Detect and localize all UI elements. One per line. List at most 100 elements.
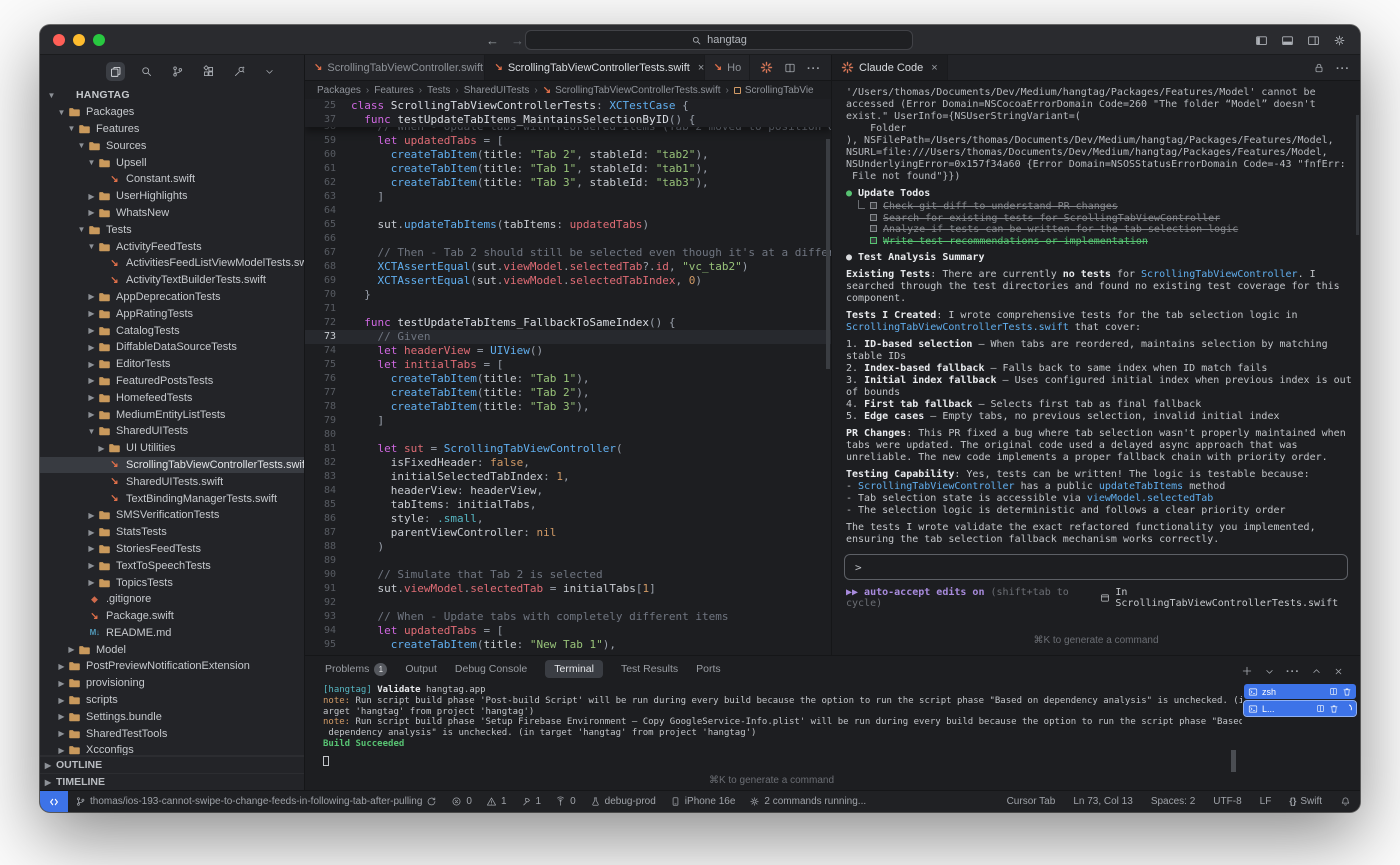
more-actions-icon[interactable]: ··· bbox=[1286, 662, 1300, 680]
tree-item-whatsnew[interactable]: ▶WhatsNew bbox=[40, 205, 304, 222]
tree-item-readme-md[interactable]: M↓README.md bbox=[40, 625, 304, 642]
tree-item-package-swift[interactable]: ↘Package.swift bbox=[40, 608, 304, 625]
split-terminal-icon[interactable] bbox=[1316, 704, 1325, 713]
git-branch[interactable]: thomas/ios-193-cannot-swipe-to-change-fe… bbox=[68, 796, 444, 807]
search-icon[interactable] bbox=[137, 62, 156, 81]
eol[interactable]: LF bbox=[1251, 796, 1281, 807]
remote-indicator[interactable] bbox=[40, 791, 68, 813]
cursor-tab[interactable]: Cursor Tab bbox=[998, 796, 1065, 807]
tree-item-topicstests[interactable]: ▶TopicsTests bbox=[40, 574, 304, 591]
tree-item-activityfeedtests[interactable]: ▼ActivityFeedTests bbox=[40, 238, 304, 255]
more-actions-icon[interactable]: ··· bbox=[1336, 59, 1350, 77]
tree-item-features[interactable]: ▼Features bbox=[40, 121, 304, 138]
kill-terminal-icon[interactable] bbox=[1329, 704, 1339, 714]
terminal-output[interactable]: [hangtag] Validate hangtag.appnote: Run … bbox=[305, 682, 1242, 790]
device[interactable]: iPhone 16e bbox=[663, 796, 743, 807]
tree-item-mediumentitylisttests[interactable]: ▶MediumEntityListTests bbox=[40, 406, 304, 423]
tree-item-featuredpoststests[interactable]: ▶FeaturedPostsTests bbox=[40, 373, 304, 390]
breadcrumb-item[interactable]: Tests bbox=[427, 85, 450, 96]
editor-scrollbar[interactable] bbox=[826, 139, 830, 369]
sweetpad-icon[interactable] bbox=[230, 62, 249, 81]
cursor-position[interactable]: Ln 73, Col 13 bbox=[1064, 796, 1142, 807]
tree-item-storiesfeedtests[interactable]: ▶StoriesFeedTests bbox=[40, 541, 304, 558]
split-editor-icon[interactable] bbox=[784, 62, 796, 74]
tree-item-shareduitests-swift[interactable]: ↘SharedUITests.swift bbox=[40, 473, 304, 490]
breadcrumb-item[interactable]: ScrollingTabVie bbox=[734, 85, 814, 96]
command-center-search[interactable]: hangtag bbox=[525, 30, 913, 50]
terminal-instance-zsh[interactable]: zsh bbox=[1244, 684, 1356, 699]
tree-item-scripts[interactable]: ▶scripts bbox=[40, 692, 304, 709]
section-timeline[interactable]: ▶TIMELINE bbox=[40, 773, 304, 790]
minimize-window-button[interactable] bbox=[73, 34, 85, 46]
tree-item-catalogtests[interactable]: ▶CatalogTests bbox=[40, 322, 304, 339]
zoom-window-button[interactable] bbox=[93, 34, 105, 46]
claude-code-icon[interactable] bbox=[760, 61, 773, 74]
editor-tab-scrollingtabviewcontrollertests-swift[interactable]: ↘ScrollingTabViewControllerTests.swift× bbox=[485, 55, 704, 80]
close-panel-icon[interactable] bbox=[1333, 666, 1344, 677]
broadcast-count[interactable]: 0 bbox=[548, 796, 583, 807]
close-tab-icon[interactable]: × bbox=[931, 62, 937, 74]
tree-item-tests[interactable]: ▼Tests bbox=[40, 221, 304, 238]
tree-item-texttospeechtests[interactable]: ▶TextToSpeechTests bbox=[40, 557, 304, 574]
tree-item-userhighlights[interactable]: ▶UserHighlights bbox=[40, 188, 304, 205]
tree-item-homefeedtests[interactable]: ▶HomefeedTests bbox=[40, 389, 304, 406]
panel-tab-ports[interactable]: Ports bbox=[696, 663, 721, 675]
build-scheme[interactable]: debug-prod bbox=[583, 796, 663, 807]
indentation[interactable]: Spaces: 2 bbox=[1142, 796, 1204, 807]
tree-item-xcconfigs[interactable]: ▶Xcconfigs bbox=[40, 742, 304, 755]
terminal-scrollbar[interactable] bbox=[1231, 750, 1236, 772]
terminal-profile-icon[interactable] bbox=[1264, 666, 1275, 677]
file-explorer-tree[interactable]: ▼HANGTAG▼Packages▼Features▼Sources▼Upsel… bbox=[40, 87, 304, 755]
breadcrumb-item[interactable]: Packages bbox=[317, 85, 361, 96]
claude-code-tab[interactable]: Claude Code× bbox=[832, 55, 948, 80]
new-terminal-icon[interactable] bbox=[1241, 665, 1253, 677]
tree-item-ui-utilities[interactable]: ▶UI Utilities bbox=[40, 440, 304, 457]
encoding[interactable]: UTF-8 bbox=[1204, 796, 1250, 807]
section-outline[interactable]: ▶OUTLINE bbox=[40, 756, 304, 773]
language-mode[interactable]: {}Swift bbox=[1280, 796, 1331, 807]
notifications[interactable] bbox=[1331, 796, 1360, 807]
tree-item-editortests[interactable]: ▶EditorTests bbox=[40, 356, 304, 373]
maximize-panel-icon[interactable] bbox=[1311, 666, 1322, 677]
tree-item-statstests[interactable]: ▶StatsTests bbox=[40, 524, 304, 541]
editor-tab-scrollingtabviewcontroller-swift[interactable]: ↘ScrollingTabViewController.swift bbox=[305, 55, 485, 80]
layout-left-icon[interactable] bbox=[1255, 34, 1268, 47]
tree-item-sharedtesttools[interactable]: ▶SharedTestTools bbox=[40, 725, 304, 742]
panel-tab-output[interactable]: Output bbox=[405, 663, 437, 675]
breadcrumb-item[interactable]: SharedUITests bbox=[464, 85, 530, 96]
problems-errors[interactable]: 0 bbox=[444, 796, 479, 807]
panel-tab-debug-console[interactable]: Debug Console bbox=[455, 663, 527, 675]
build-count[interactable]: 1 bbox=[514, 796, 549, 807]
terminal-instance-L[interactable]: L... bbox=[1244, 701, 1356, 716]
editor-tab-ho[interactable]: ↘Ho bbox=[705, 55, 750, 80]
explorer-root[interactable]: ▼HANGTAG bbox=[40, 87, 304, 104]
panel-tab-terminal[interactable]: Terminal bbox=[545, 660, 603, 678]
source-control-icon[interactable] bbox=[168, 62, 187, 81]
breadcrumb-item[interactable]: Features bbox=[374, 85, 413, 96]
breadcrumb[interactable]: Packages›Features›Tests›SharedUITests›↘S… bbox=[305, 81, 831, 99]
tree-item-upsell[interactable]: ▼Upsell bbox=[40, 154, 304, 171]
running-tasks[interactable]: 2 commands running... bbox=[742, 796, 873, 807]
tree-item-provisioning[interactable]: ▶provisioning bbox=[40, 675, 304, 692]
tree-item--gitignore[interactable]: ◆.gitignore bbox=[40, 591, 304, 608]
layout-bottom-icon[interactable] bbox=[1281, 34, 1294, 47]
tree-item-sources[interactable]: ▼Sources bbox=[40, 137, 304, 154]
tree-item-diffabledatasourcetests[interactable]: ▶DiffableDataSourceTests bbox=[40, 339, 304, 356]
tree-item-settings-bundle[interactable]: ▶Settings.bundle bbox=[40, 708, 304, 725]
more-actions-icon[interactable]: ··· bbox=[807, 59, 821, 77]
layout-right-icon[interactable] bbox=[1307, 34, 1320, 47]
explorer-icon[interactable] bbox=[106, 62, 125, 81]
tree-item-appratingtests[interactable]: ▶AppRatingTests bbox=[40, 305, 304, 322]
tree-item-textbindingmanagertests-swift[interactable]: ↘TextBindingManagerTests.swift bbox=[40, 490, 304, 507]
tree-item-scrollingtabviewcontrollertests-swift[interactable]: ↘ScrollingTabViewControllerTests.swift bbox=[40, 457, 304, 474]
nav-forward-button[interactable]: → bbox=[511, 33, 524, 48]
tree-item-shareduitests[interactable]: ▼SharedUITests bbox=[40, 423, 304, 440]
extensions-icon[interactable] bbox=[199, 62, 218, 81]
tree-item-postpreviewnotificationextension[interactable]: ▶PostPreviewNotificationExtension bbox=[40, 658, 304, 675]
code-editor[interactable]: 25class ScrollingTabViewControllerTests:… bbox=[305, 99, 831, 655]
panel-tab-test-results[interactable]: Test Results bbox=[621, 663, 678, 675]
auto-accept-toggle[interactable]: ▶▶ auto-accept edits on bbox=[846, 587, 984, 598]
lock-icon[interactable] bbox=[1313, 62, 1325, 74]
split-terminal-icon[interactable] bbox=[1329, 687, 1338, 696]
claude-conversation[interactable]: '/Users/thomas/Documents/Dev/Medium/hang… bbox=[832, 81, 1360, 550]
